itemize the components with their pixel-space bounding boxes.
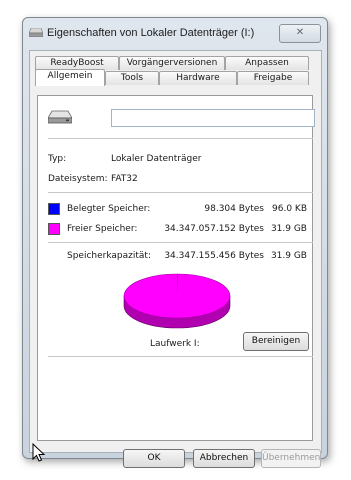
used-space-size: 96.0 KB: [272, 204, 307, 214]
apply-button[interactable]: Übernehmen: [261, 449, 321, 468]
tab-vorgaengerversionen[interactable]: Vorgängerversionen: [119, 56, 225, 70]
mouse-cursor-icon: [32, 443, 46, 462]
type-label: Typ:: [48, 154, 67, 164]
tab-hardware[interactable]: Hardware: [159, 71, 237, 85]
free-space-swatch: [48, 223, 60, 235]
used-space-bytes: 98.304 Bytes: [204, 204, 264, 214]
title-bar[interactable]: Eigenschaften von Lokaler Datenträger (I…: [23, 18, 327, 50]
filesystem-label: Dateisystem:: [48, 174, 108, 184]
properties-dialog: Eigenschaften von Lokaler Datenträger (I…: [22, 17, 328, 468]
separator: [48, 356, 313, 357]
ok-button[interactable]: OK: [123, 449, 185, 468]
drive-name-input[interactable]: [111, 109, 315, 127]
dialog-body: ReadyBoost Vorgängerversionen Anpassen A…: [29, 50, 322, 468]
cancel-button[interactable]: Abbrechen: [193, 449, 255, 468]
capacity-bytes: 34.347.155.456 Bytes: [164, 251, 264, 261]
separator: [48, 192, 313, 193]
tab-readyboost[interactable]: ReadyBoost: [35, 56, 119, 70]
tab-allgemein[interactable]: Allgemein: [35, 69, 105, 86]
type-value: Lokaler Datenträger: [111, 154, 202, 164]
tab-anpassen[interactable]: Anpassen: [225, 56, 309, 70]
used-space-label: Belegter Speicher:: [67, 204, 151, 214]
drive-letter-label: Laufwerk I:: [150, 339, 200, 349]
tab-tools[interactable]: Tools: [105, 71, 159, 85]
capacity-size: 31.9 GB: [270, 251, 307, 261]
disk-usage-pie-chart: [123, 273, 231, 329]
free-space-size: 31.9 GB: [270, 224, 307, 234]
free-space-bytes: 34.347.057.152 Bytes: [164, 224, 264, 234]
separator: [48, 138, 313, 139]
separator: [48, 242, 313, 243]
tab-content-allgemein: Typ: Lokaler Datenträger Dateisystem: FA…: [37, 95, 315, 441]
free-space-label: Freier Speicher:: [67, 224, 138, 234]
capacity-label: Speicherkapazität:: [67, 251, 151, 261]
used-space-swatch: [48, 203, 60, 215]
cleanup-button[interactable]: Bereinigen: [243, 332, 309, 351]
close-button[interactable]: ✕: [279, 24, 321, 43]
window-title: Eigenschaften von Lokaler Datenträger (I…: [47, 27, 255, 39]
close-icon: ✕: [295, 27, 305, 38]
tab-freigabe[interactable]: Freigabe: [237, 71, 309, 85]
filesystem-value: FAT32: [111, 174, 138, 184]
drive-icon: [29, 28, 43, 37]
hard-drive-icon: [48, 110, 72, 124]
